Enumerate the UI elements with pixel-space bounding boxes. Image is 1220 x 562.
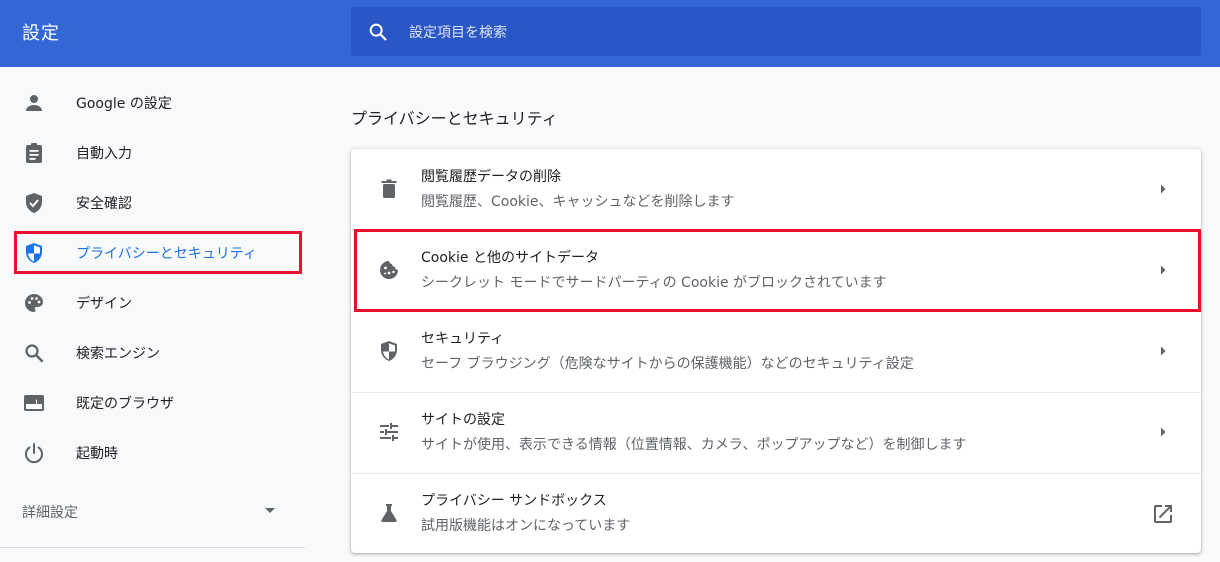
sidebar-divider	[0, 547, 305, 548]
sidebar-item-label: 安全確認	[76, 196, 132, 212]
tune-icon	[377, 420, 401, 444]
sidebar-item-label: 検索エンジン	[76, 346, 160, 362]
chevron-right-icon	[1157, 345, 1169, 357]
row-clear-browsing-data[interactable]: 閲覧履歴データの削除 閲覧履歴、Cookie、キャッシュなどを削除します	[351, 149, 1201, 230]
person-icon	[22, 91, 46, 115]
advanced-settings-toggle[interactable]: 詳細設定	[22, 502, 282, 524]
chevron-right-icon	[1157, 426, 1169, 438]
row-site-settings[interactable]: サイトの設定 サイトが使用、表示できる情報（位置情報、カメラ、ポップアップなど）…	[351, 392, 1201, 473]
section-title: プライバシーとセキュリティ	[351, 109, 558, 128]
row-subtitle: セーフ ブラウジング（危険なサイトからの保護機能）などのセキュリティ設定	[421, 356, 914, 372]
sidebar: Google の設定 自動入力 安全確認 プライバシーとセキュリティ デザイン …	[0, 67, 310, 562]
open-in-new-icon[interactable]	[1151, 502, 1175, 526]
row-cookies[interactable]: Cookie と他のサイトデータ シークレット モードでサードパーティの Coo…	[351, 230, 1201, 311]
search-icon[interactable]	[367, 21, 389, 43]
security-shield-icon	[377, 339, 401, 363]
power-icon	[22, 441, 46, 465]
sidebar-item-safety-check[interactable]: 安全確認	[0, 181, 310, 225]
chevron-right-icon	[1157, 183, 1169, 195]
sidebar-item-appearance[interactable]: デザイン	[0, 281, 310, 325]
chevron-right-icon	[1157, 264, 1169, 276]
shield-check-icon	[22, 191, 46, 215]
privacy-settings-card: 閲覧履歴データの削除 閲覧履歴、Cookie、キャッシュなどを削除します Coo…	[351, 149, 1201, 553]
search-icon	[22, 341, 46, 365]
row-divider	[351, 230, 1201, 231]
sidebar-item-label: 起動時	[76, 446, 118, 462]
row-divider	[351, 473, 1201, 474]
row-title: 閲覧履歴データの削除	[421, 169, 561, 185]
row-divider	[351, 311, 1201, 312]
sidebar-item-autofill[interactable]: 自動入力	[0, 131, 310, 175]
row-title: プライバシー サンドボックス	[421, 493, 607, 509]
cookie-icon	[377, 258, 401, 282]
trash-icon	[377, 177, 401, 201]
palette-icon	[22, 291, 46, 315]
row-subtitle: 試用版機能はオンになっています	[421, 518, 631, 534]
search-input[interactable]	[407, 7, 1171, 58]
row-subtitle: サイトが使用、表示できる情報（位置情報、カメラ、ポップアップなど）を制御します	[421, 437, 967, 453]
search-box[interactable]	[351, 7, 1201, 58]
sidebar-item-google-settings[interactable]: Google の設定	[0, 81, 310, 125]
sidebar-item-label: 既定のブラウザ	[76, 396, 174, 412]
active-item-highlight	[14, 231, 302, 274]
sidebar-item-default-browser[interactable]: 既定のブラウザ	[0, 381, 310, 425]
row-title: サイトの設定	[421, 412, 505, 428]
app-title: 設定	[22, 23, 60, 44]
row-subtitle: シークレット モードでサードパーティの Cookie がブロックされています	[421, 275, 887, 291]
row-title: セキュリティ	[421, 331, 505, 347]
row-subtitle: 閲覧履歴、Cookie、キャッシュなどを削除します	[421, 194, 735, 210]
advanced-settings-label: 詳細設定	[22, 505, 78, 521]
browser-icon	[22, 391, 46, 415]
flask-icon	[377, 501, 401, 525]
sidebar-item-on-startup[interactable]: 起動時	[0, 431, 310, 475]
sidebar-item-label: Google の設定	[76, 96, 172, 112]
row-divider	[351, 392, 1201, 393]
row-security[interactable]: セキュリティ セーフ ブラウジング（危険なサイトからの保護機能）などのセキュリテ…	[351, 311, 1201, 392]
clipboard-icon	[22, 141, 46, 165]
sidebar-item-search-engine[interactable]: 検索エンジン	[0, 331, 310, 375]
sidebar-item-label: 自動入力	[76, 146, 132, 162]
row-title: Cookie と他のサイトデータ	[421, 250, 599, 266]
row-privacy-sandbox[interactable]: プライバシー サンドボックス 試用版機能はオンになっています	[351, 473, 1201, 554]
header-bar: 設定	[0, 0, 1220, 67]
caret-down-icon	[265, 508, 275, 513]
sidebar-item-label: デザイン	[76, 296, 132, 312]
